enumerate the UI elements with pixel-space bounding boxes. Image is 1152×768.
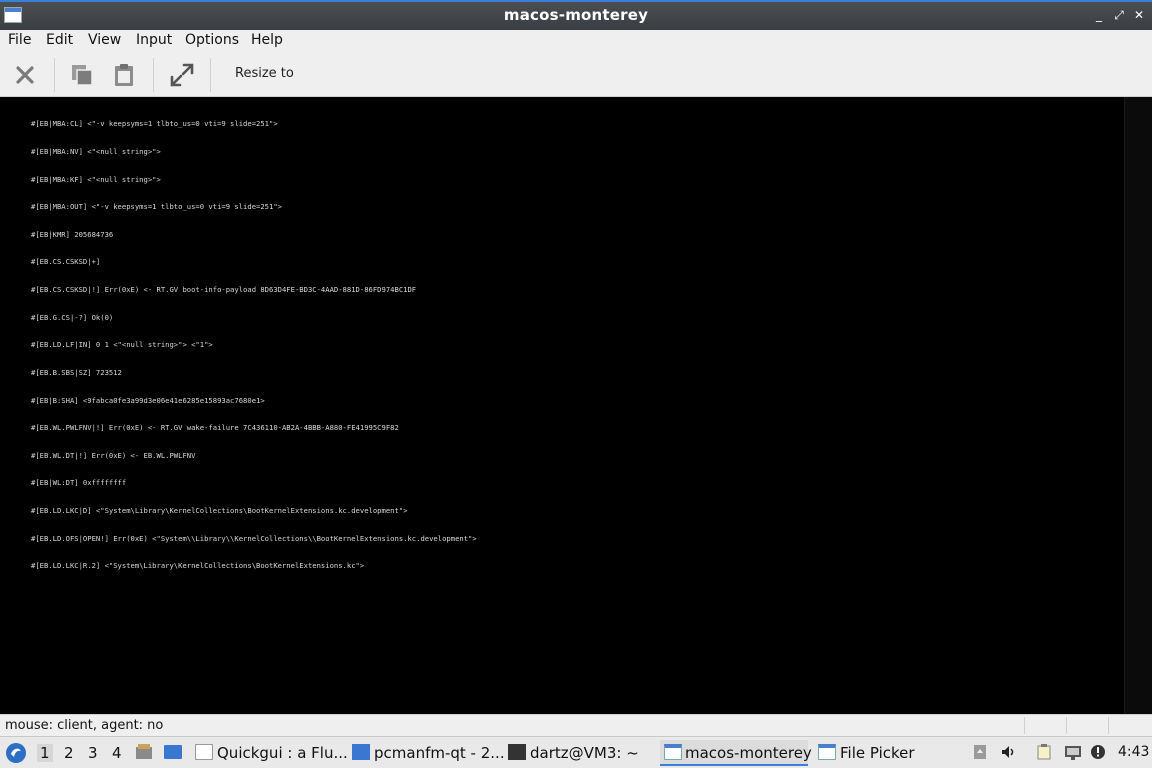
log-line: #[EB|MBA:NV] <"<null string>"> xyxy=(31,147,161,157)
menu-options[interactable]: Options xyxy=(185,32,239,48)
task-label: pcmanfm-qt - 2... xyxy=(374,744,505,762)
status-text: mouse: client, agent: no xyxy=(5,718,164,733)
log-line: #[EB|MBA:KF] <"<null string>"> xyxy=(31,174,161,184)
log-line: #[EB.LD.LKC|R.2] <"System\Library\Kernel… xyxy=(31,561,365,571)
log-line: #[EB|B:SHA] <9fabca0fe3a99d3e06e41e6285e… xyxy=(31,395,265,405)
log-line: #[EB.WL.PWLFNV|!] Err(0xE) <- RT.GV wake… xyxy=(31,423,399,433)
status-cell xyxy=(1024,717,1067,734)
vertical-scrollbar[interactable] xyxy=(1124,97,1152,714)
window-title: macos-monterey xyxy=(503,6,649,24)
network-icon[interactable] xyxy=(1064,744,1082,760)
log-line: #[EB.LD.LF|IN] 0 1 <"<null string>"> <"1… xyxy=(31,340,213,350)
task-label: macos-monterey xyxy=(685,744,812,762)
file-manager-launcher-icon[interactable] xyxy=(135,743,153,761)
task-quickgui[interactable]: Quickgui : a Flu... xyxy=(195,740,348,766)
log-line: #[EB.B.SBS|SZ] 723512 xyxy=(31,367,122,377)
folder-icon xyxy=(352,744,370,760)
toolbar-separator xyxy=(210,58,211,92)
menu-help[interactable]: Help xyxy=(251,32,283,48)
log-line: #[EB|MBA:CL] <"-v keepsyms=1 tlbto_us=0 … xyxy=(31,119,278,129)
menu-view[interactable]: View xyxy=(88,32,121,48)
status-cell xyxy=(1108,717,1152,734)
status-cell xyxy=(1066,717,1109,734)
menu-bar: File Edit View Input Options Help xyxy=(0,30,1152,52)
close-connection-icon[interactable] xyxy=(12,62,38,88)
minimize-button[interactable]: _ xyxy=(1090,6,1108,24)
volume-icon[interactable] xyxy=(1000,744,1016,760)
log-line: #[EB.LD.OFS|OPEN!] Err(0xE) <"System\\Li… xyxy=(31,533,477,543)
window-icon xyxy=(195,744,213,760)
workspace-1[interactable]: 1 xyxy=(37,744,53,762)
toolbar-separator xyxy=(153,58,154,92)
window-icon xyxy=(818,744,836,760)
task-file-picker[interactable]: File Picker xyxy=(818,740,928,766)
clipboard-icon[interactable] xyxy=(1036,744,1054,760)
log-line: #[EB.CS.CSKSD|+] xyxy=(31,257,101,267)
task-terminal[interactable]: dartz@VM3: ~ xyxy=(508,740,648,766)
task-macos-monterey[interactable]: macos-monterey xyxy=(660,740,812,766)
log-line: #[EB.WL.DT|!] Err(0xE) <- EB.WL.PWLFNV xyxy=(31,450,196,460)
toolbar: Resize to xyxy=(0,52,1152,97)
fullscreen-icon[interactable] xyxy=(169,62,195,88)
log-line: #[EB.G.CS|-?] Ok(0) xyxy=(31,312,114,322)
close-window-button[interactable]: ✕ xyxy=(1130,6,1148,24)
copy-icon[interactable] xyxy=(69,62,95,88)
log-line: #[EB|WL:DT] 0xffffffff xyxy=(31,478,127,488)
status-bar: mouse: client, agent: no xyxy=(0,714,1152,736)
log-line: #[EB|MBA:OUT] <"-v keepsyms=1 tlbto_us=0… xyxy=(31,202,282,212)
workspace-2[interactable]: 2 xyxy=(64,744,74,762)
window-icon xyxy=(664,744,682,760)
log-line: #[EB.LD.LKC|D] <"System\Library\KernelCo… xyxy=(31,505,408,515)
task-label: File Picker xyxy=(840,744,915,762)
task-pcmanfm[interactable]: pcmanfm-qt - 2... xyxy=(352,740,505,766)
window-title-bar[interactable]: macos-monterey _ ⤢ ✕ xyxy=(0,0,1152,30)
clock[interactable]: 4:43 xyxy=(1118,744,1149,760)
notification-icon[interactable] xyxy=(1090,744,1106,760)
workspace-3[interactable]: 3 xyxy=(88,744,98,762)
workspace-4[interactable]: 4 xyxy=(112,744,122,762)
maximize-button[interactable]: ⤢ xyxy=(1110,6,1128,24)
paste-icon[interactable] xyxy=(111,62,137,88)
taskbar: 1 2 3 4 Quickgui : a Flu... pcmanfm-qt -… xyxy=(0,736,1152,768)
toolbar-separator xyxy=(54,58,55,92)
task-label: Quickgui : a Flu... xyxy=(217,744,348,762)
log-line: #[EB.CS.CSKSD|!] Err(0xE) <- RT.GV boot-… xyxy=(31,285,417,295)
start-menu-icon[interactable] xyxy=(5,742,27,764)
task-label: dartz@VM3: ~ xyxy=(530,744,639,762)
vm-display[interactable]: #[EB|MBA:CL] <"-v keepsyms=1 tlbto_us=0 … xyxy=(0,97,1124,714)
menu-input[interactable]: Input xyxy=(136,32,172,48)
show-desktop-icon[interactable] xyxy=(163,743,183,761)
log-line: #[EB|KMR] 205684736 xyxy=(31,229,114,239)
terminal-icon xyxy=(508,744,526,760)
resize-to-button[interactable]: Resize to xyxy=(235,66,294,81)
tray-menu-icon[interactable] xyxy=(972,744,988,760)
menu-edit[interactable]: Edit xyxy=(46,32,73,48)
menu-file[interactable]: File xyxy=(8,32,31,48)
boot-log: #[EB|MBA:CL] <"-v keepsyms=1 tlbto_us=0 … xyxy=(31,101,477,589)
